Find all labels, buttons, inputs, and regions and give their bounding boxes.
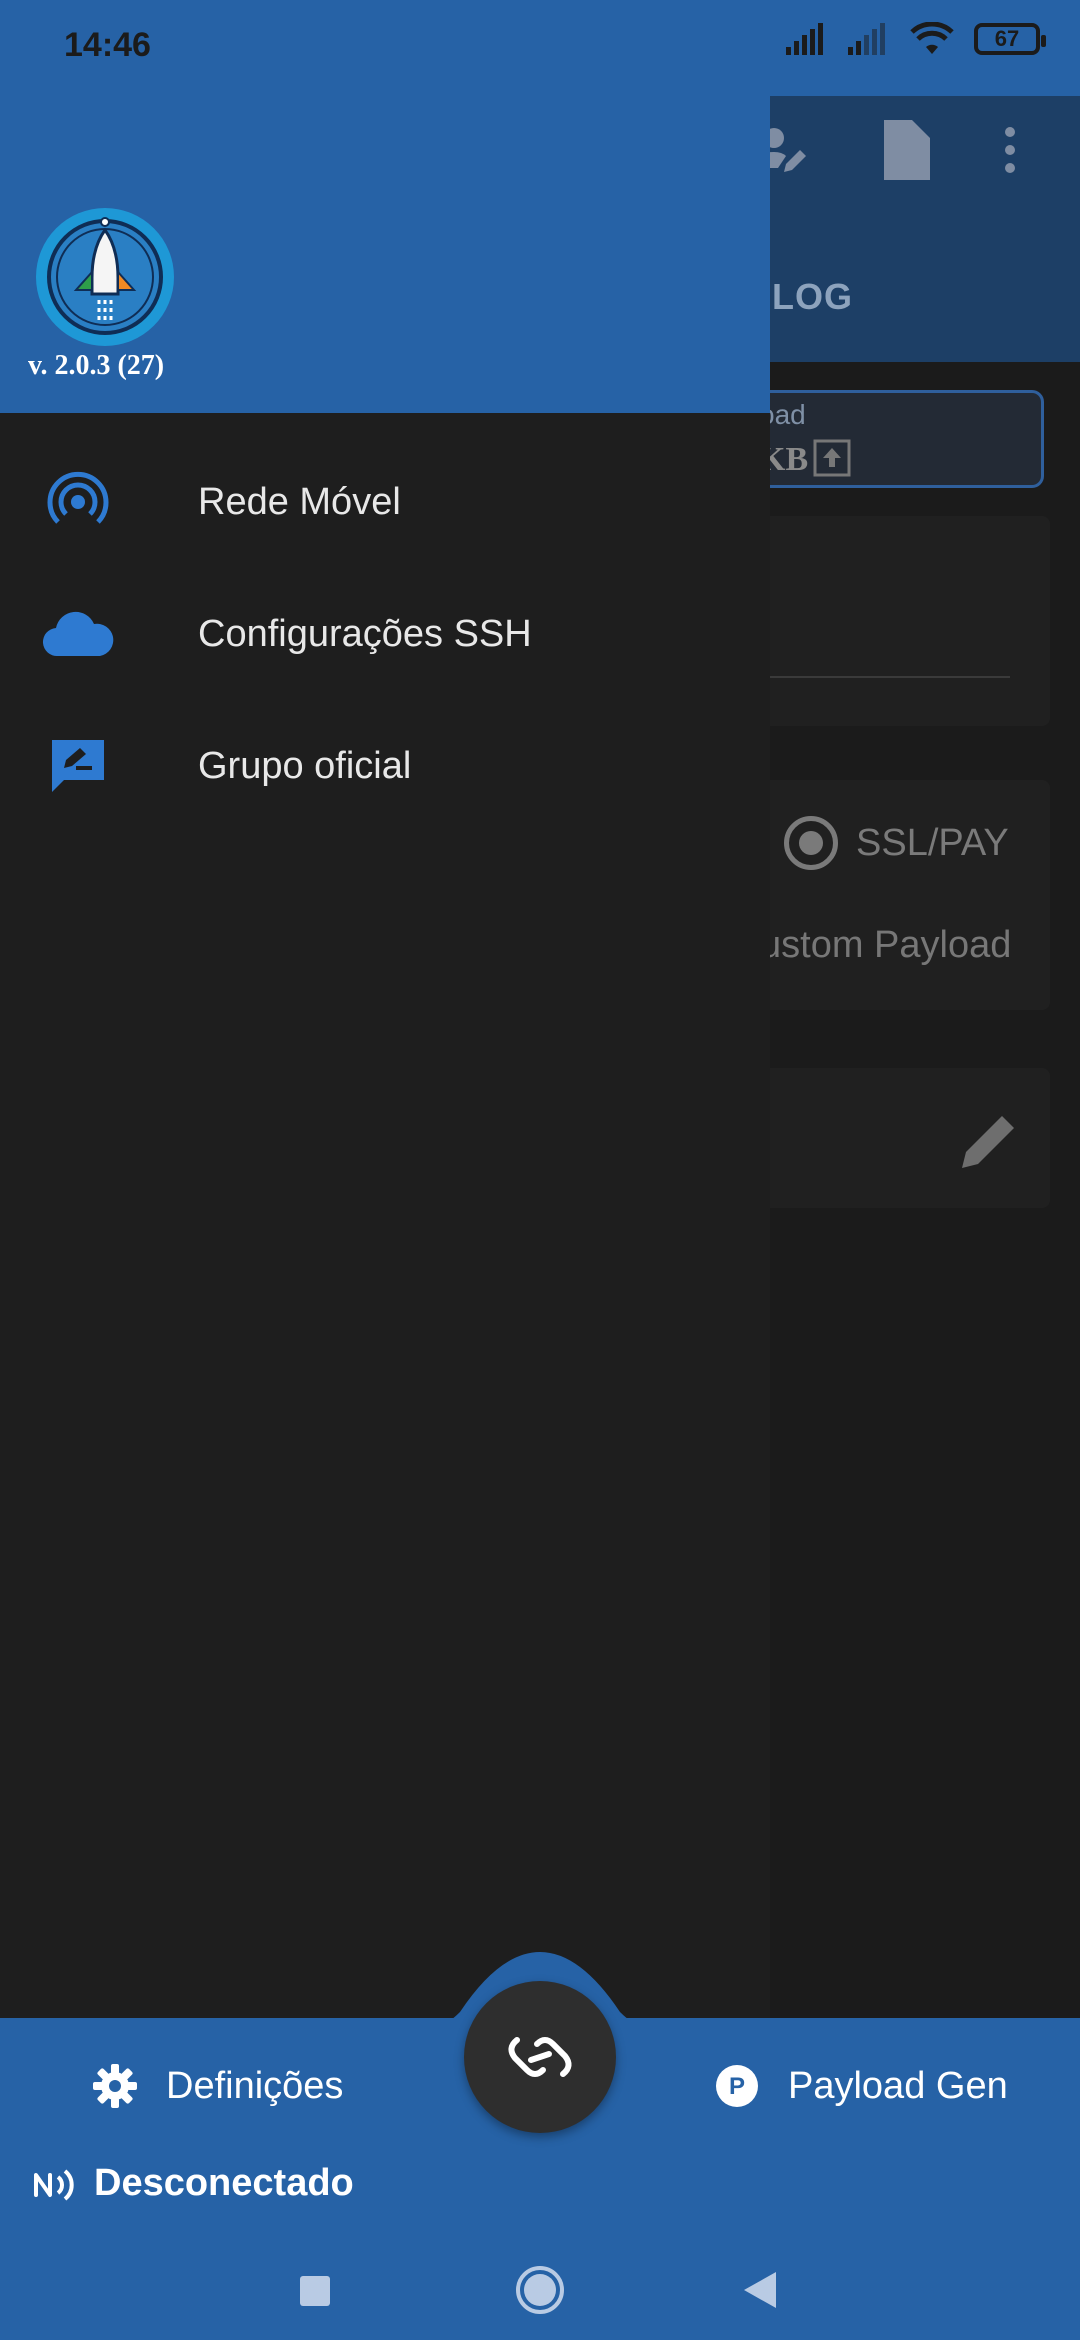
drawer-item-label: Grupo oficial: [198, 744, 412, 787]
payload-p-icon: P: [716, 2065, 758, 2107]
broadcast-icon: [42, 466, 114, 538]
battery-icon: 67: [974, 23, 1046, 55]
app-logo: [36, 208, 174, 346]
settings-label: Definições: [166, 2064, 344, 2107]
connect-fab[interactable]: [464, 1981, 616, 2133]
nfc-signal-icon: [34, 2168, 74, 2201]
settings-button[interactable]: Definições: [92, 2056, 343, 2116]
back-icon[interactable]: [742, 2270, 778, 2310]
connection-status: Desconectado: [32, 2162, 354, 2205]
pencil-icon[interactable]: [958, 1108, 1022, 1172]
drawer-item-label: Configurações SSH: [198, 612, 532, 655]
app-version: v. 2.0.3 (27): [28, 350, 165, 381]
drawer-item-label: Rede Móvel: [198, 480, 401, 523]
navigation-drawer: v. 2.0.3 (27) Rede Móvel Configurações S…: [0, 0, 770, 2020]
bg-divider: [760, 676, 1010, 678]
drawer-item-grupo-oficial[interactable]: Grupo oficial: [0, 706, 770, 826]
payload-gen-button[interactable]: P Payload Gen: [714, 2056, 1008, 2116]
drawer-item-rede-movel[interactable]: Rede Móvel: [0, 442, 770, 562]
toolbar-icons: [750, 120, 1070, 190]
status-time: 14:46: [64, 26, 151, 64]
signal-icon: [786, 23, 823, 55]
status-icons: 67: [786, 22, 1046, 56]
more-vert-icon[interactable]: [1000, 120, 1020, 180]
link-icon: [508, 2037, 572, 2077]
gear-icon: [93, 2064, 137, 2108]
chat-edit-icon: [42, 730, 114, 802]
rocket-icon: [47, 217, 163, 335]
wifi-icon: [910, 22, 954, 54]
payload-gen-label: Payload Gen: [788, 2064, 1008, 2107]
upload-icon: [813, 439, 851, 477]
custom-payload-label: ustom Payload: [760, 924, 1012, 966]
payload-box: oad KB: [740, 390, 1044, 488]
ssl-radio[interactable]: [784, 816, 838, 870]
drawer-item-configuracoes-ssh[interactable]: Configurações SSH: [0, 574, 770, 694]
tab-log[interactable]: LOG: [772, 276, 853, 318]
status-bar: 14:46 67: [0, 0, 1080, 96]
connection-status-label: Desconectado: [94, 2162, 354, 2204]
signal-icon-2: [848, 23, 885, 55]
ssl-label: SSL/PAY: [856, 822, 1009, 864]
document-icon: [884, 120, 930, 180]
recents-icon[interactable]: [298, 2274, 332, 2308]
battery-level: 67: [994, 26, 1020, 51]
home-icon[interactable]: [514, 2264, 566, 2316]
system-navigation: [0, 2240, 1080, 2340]
svg-text:P: P: [729, 2073, 745, 2100]
cloud-icon: [42, 598, 114, 670]
